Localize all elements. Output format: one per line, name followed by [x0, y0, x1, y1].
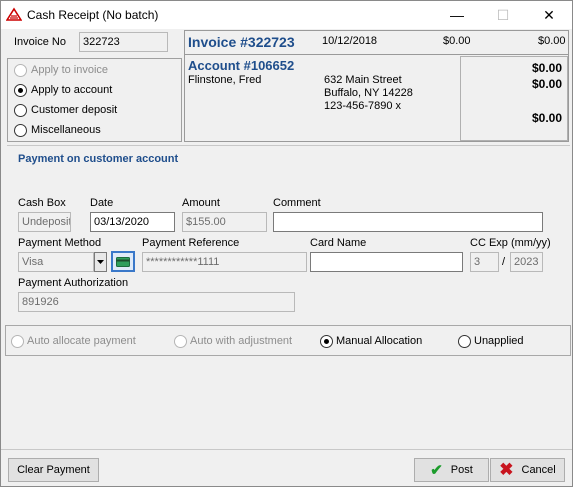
auto-allocate-label: Auto allocate payment: [27, 335, 136, 347]
card-name-field[interactable]: [310, 252, 463, 272]
payment-method-label: Payment Method: [18, 237, 102, 249]
payment-reference-label: Payment Reference: [142, 237, 240, 249]
card-name-label: Card Name: [310, 237, 367, 249]
invoice-no-field: 322723: [79, 32, 168, 52]
payment-authorization-field[interactable]: 891926: [18, 292, 295, 312]
amount-field[interactable]: $155.00: [182, 212, 267, 232]
cash-box-field[interactable]: Undeposit: [18, 212, 71, 232]
post-label: Post: [450, 464, 473, 476]
invoice-amount-2: $0.00: [538, 35, 566, 47]
checkmark-icon: ✔: [430, 462, 443, 479]
date-field[interactable]: 03/13/2020: [90, 212, 175, 232]
miscellaneous-label: Miscellaneous: [31, 124, 101, 136]
apply-invoice-label: Apply to invoice: [31, 64, 109, 76]
auto-allocate-radio[interactable]: [11, 335, 24, 348]
apply-account-label: Apply to account: [31, 84, 113, 96]
minimize-button[interactable]: —: [434, 1, 480, 29]
cc-exp-year-field[interactable]: 2023: [510, 252, 543, 272]
invoice-no-label: Invoice No: [14, 36, 66, 48]
balance-1: $0.00: [532, 61, 563, 75]
footer-divider: [1, 449, 572, 450]
auto-adjustment-label: Auto with adjustment: [190, 335, 293, 347]
comment-field[interactable]: [273, 212, 543, 232]
cc-exp-label: CC Exp (mm/yy): [470, 237, 551, 249]
x-icon: ✖: [499, 460, 514, 479]
customer-deposit-label: Customer deposit: [31, 104, 118, 116]
balance-2: $0.00: [532, 77, 563, 91]
cash-box-label: Cash Box: [18, 197, 66, 209]
cancel-button[interactable]: ✖ Cancel: [490, 458, 565, 482]
chevron-down-icon: [97, 260, 104, 264]
unapplied-radio[interactable]: [458, 335, 471, 348]
account-address-2: Buffalo, NY 14228: [324, 87, 413, 99]
invoice-amount-1: $0.00: [443, 35, 471, 47]
invoice-header: Invoice #322723: [188, 34, 295, 50]
cash-receipt-window: Cash Receipt (No batch) — ☐ ✕ Invoice No…: [0, 0, 573, 487]
card-swipe-button[interactable]: [111, 251, 135, 272]
post-button[interactable]: ✔ Post: [414, 458, 489, 482]
payment-authorization-label: Payment Authorization: [18, 277, 129, 289]
account-address-1: 632 Main Street: [324, 74, 402, 86]
window-title: Cash Receipt (No batch): [27, 8, 159, 22]
apply-account-radio[interactable]: [14, 84, 27, 97]
manual-allocation-radio[interactable]: [320, 335, 333, 348]
comment-label: Comment: [273, 197, 321, 209]
info-divider: [185, 54, 568, 55]
date-label: Date: [90, 197, 114, 209]
customer-deposit-radio[interactable]: [14, 104, 27, 117]
amount-label: Amount: [182, 197, 220, 209]
clear-payment-button[interactable]: Clear Payment: [8, 458, 99, 482]
account-name: Flinstone, Fred: [188, 74, 262, 86]
credit-card-icon: [116, 256, 130, 267]
payment-method-select[interactable]: Visa: [18, 252, 94, 272]
balance-3: $0.00: [532, 111, 563, 125]
cc-exp-month-field[interactable]: 3: [470, 252, 499, 272]
payment-section-title: Payment on customer account: [18, 153, 179, 165]
miscellaneous-radio[interactable]: [14, 124, 27, 137]
close-button[interactable]: ✕: [526, 1, 572, 29]
clear-payment-label: Clear Payment: [17, 464, 90, 476]
invoice-date: 10/12/2018: [322, 35, 378, 47]
payment-reference-field[interactable]: ************1111: [142, 252, 307, 272]
unapplied-label: Unapplied: [474, 335, 524, 347]
cc-exp-separator: /: [502, 256, 506, 268]
manual-allocation-label: Manual Allocation: [336, 335, 423, 347]
account-phone: 123-456-7890 x: [324, 100, 402, 112]
auto-adjustment-radio[interactable]: [174, 335, 187, 348]
cancel-label: Cancel: [521, 464, 556, 476]
maximize-button[interactable]: ☐: [480, 1, 526, 29]
title-bar: Cash Receipt (No batch) — ☐ ✕: [1, 1, 572, 29]
app-icon: [6, 7, 22, 21]
apply-invoice-radio[interactable]: [14, 64, 27, 77]
payment-method-dropdown[interactable]: [94, 252, 107, 272]
account-header: Account #106652: [188, 58, 295, 73]
